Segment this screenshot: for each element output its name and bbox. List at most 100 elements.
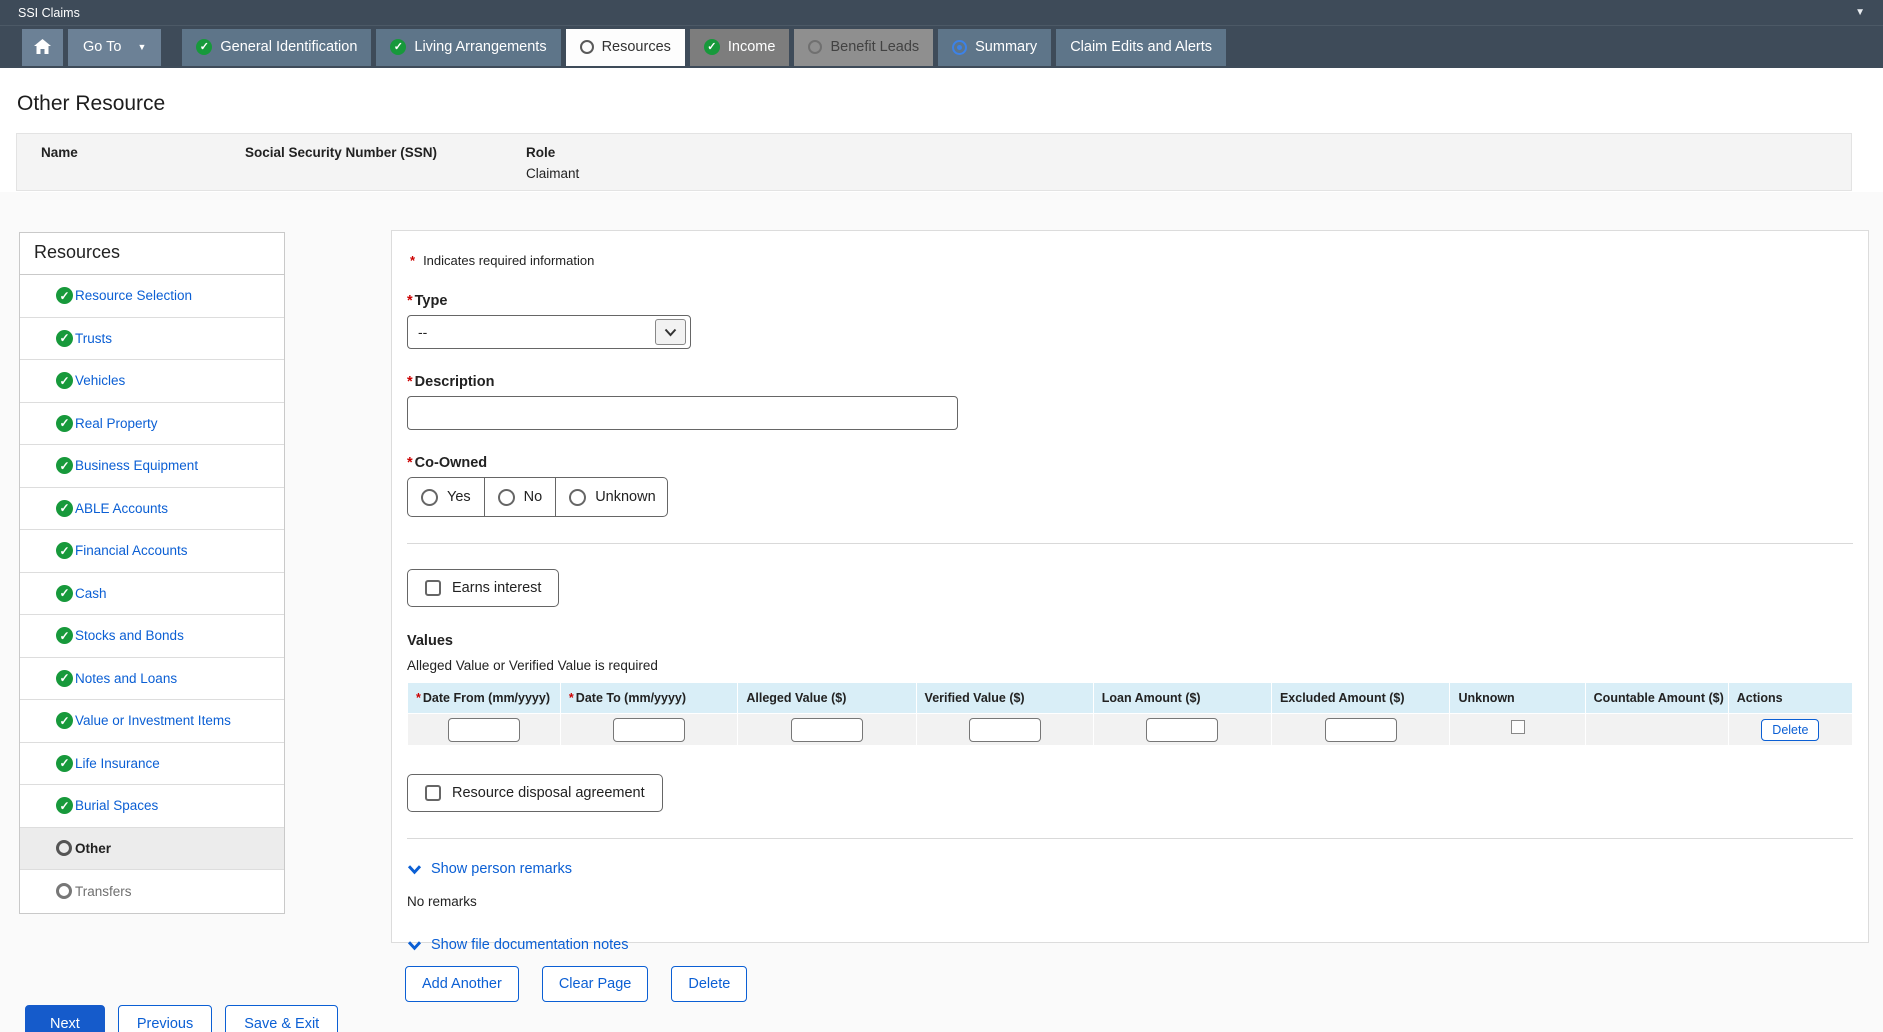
sidebar-item-transfers: Transfers xyxy=(20,870,284,913)
sidebar-item-resource-selection[interactable]: ✓ Resource Selection xyxy=(20,275,284,318)
sidebar-item-trusts[interactable]: ✓ Trusts xyxy=(20,318,284,361)
sidebar-item-cash[interactable]: ✓ Cash xyxy=(20,573,284,616)
sidebar-item-burial-spaces[interactable]: ✓ Burial Spaces xyxy=(20,785,284,828)
sidebar-item-notes-and-loans[interactable]: ✓ Notes and Loans xyxy=(20,658,284,701)
sidebar-item-able-accounts[interactable]: ✓ ABLE Accounts xyxy=(20,488,284,531)
role-label: Role xyxy=(526,145,579,160)
type-select-value: -- xyxy=(418,324,427,340)
co-owned-no-radio[interactable]: No xyxy=(485,478,557,516)
tab-living-arrangements[interactable]: ✓ Living Arrangements xyxy=(376,29,560,66)
values-table: *Date From (mm/yyyy) *Date To (mm/yyyy) … xyxy=(407,682,1853,746)
home-button[interactable] xyxy=(22,29,63,66)
check-circle-icon: ✓ xyxy=(56,457,73,474)
sidebar-item-business-equipment[interactable]: ✓ Business Equipment xyxy=(20,445,284,488)
role-value: Claimant xyxy=(526,166,579,181)
page-title: Other Resource xyxy=(17,92,165,116)
go-to-dropdown[interactable]: Go To ▼ xyxy=(68,29,161,66)
co-owned-yes-radio[interactable]: Yes xyxy=(408,478,485,516)
check-circle-icon: ✓ xyxy=(56,755,73,772)
alleged-value-input[interactable] xyxy=(791,718,863,742)
tab-label: Income xyxy=(728,39,776,55)
tab-general-identification[interactable]: ✓ General Identification xyxy=(182,29,371,66)
col-loan-amount: Loan Amount ($) xyxy=(1093,683,1271,714)
sidebar-item-stocks-and-bonds[interactable]: ✓ Stocks and Bonds xyxy=(20,615,284,658)
col-alleged-value: Alleged Value ($) xyxy=(738,683,916,714)
collapse-caret-icon[interactable]: ▼ xyxy=(1855,7,1865,18)
col-date-from: *Date From (mm/yyyy) xyxy=(408,683,561,714)
sidebar-item-other[interactable]: Other xyxy=(20,828,284,871)
col-excluded-amount: Excluded Amount ($) xyxy=(1271,683,1450,714)
sidebar-item-label: Transfers xyxy=(75,884,132,899)
col-verified-value: Verified Value ($) xyxy=(916,683,1093,714)
tab-income[interactable]: ✓ Income xyxy=(690,29,790,66)
earns-interest-checkbox[interactable]: Earns interest xyxy=(407,569,559,607)
check-circle-icon: ✓ xyxy=(56,585,73,602)
excluded-amount-input[interactable] xyxy=(1325,718,1397,742)
radio-icon xyxy=(569,489,586,506)
sidebar-item-label: Resource Selection xyxy=(75,288,192,303)
values-row: Delete xyxy=(408,714,1853,746)
check-circle-icon: ✓ xyxy=(704,39,720,55)
check-circle-icon: ✓ xyxy=(56,330,73,347)
sidebar-item-label: Real Property xyxy=(75,416,158,431)
sidebar-item-real-property[interactable]: ✓ Real Property xyxy=(20,403,284,446)
app-title-bar: SSI Claims ▼ xyxy=(0,0,1883,25)
sidebar-item-label: Vehicles xyxy=(75,373,125,388)
sidebar-title: Resources xyxy=(20,233,284,275)
tab-claim-edits-and-alerts[interactable]: Claim Edits and Alerts xyxy=(1056,29,1226,66)
chevron-down-icon xyxy=(407,940,422,951)
checkbox-icon xyxy=(425,785,441,801)
home-icon xyxy=(34,39,51,55)
check-circle-icon: ✓ xyxy=(56,372,73,389)
next-button[interactable]: Next xyxy=(25,1005,105,1032)
sidebar-item-value-or-investment-items[interactable]: ✓ Value or Investment Items xyxy=(20,700,284,743)
verified-value-input[interactable] xyxy=(969,718,1041,742)
col-actions: Actions xyxy=(1728,683,1852,714)
sidebar-item-financial-accounts[interactable]: ✓ Financial Accounts xyxy=(20,530,284,573)
col-date-to: *Date To (mm/yyyy) xyxy=(560,683,737,714)
check-circle-icon: ✓ xyxy=(56,415,73,432)
sidebar-item-vehicles[interactable]: ✓ Vehicles xyxy=(20,360,284,403)
save-exit-button[interactable]: Save & Exit xyxy=(225,1005,338,1032)
type-select[interactable]: -- xyxy=(407,315,691,349)
show-person-remarks-link[interactable]: Show person remarks xyxy=(407,861,572,877)
circle-outline-icon xyxy=(580,40,594,54)
radio-icon xyxy=(498,489,515,506)
chevron-down-icon xyxy=(664,328,677,337)
required-asterisk: * xyxy=(407,293,413,309)
tab-resources[interactable]: Resources xyxy=(566,29,685,66)
sidebar-item-life-insurance[interactable]: ✓ Life Insurance xyxy=(20,743,284,786)
add-another-button[interactable]: Add Another xyxy=(405,966,519,1002)
check-circle-icon: ✓ xyxy=(56,542,73,559)
sidebar-item-label: Life Insurance xyxy=(75,756,160,771)
tab-summary[interactable]: Summary xyxy=(938,29,1051,66)
description-input[interactable] xyxy=(407,396,958,430)
description-label: *Description xyxy=(407,374,1853,390)
values-header-row: *Date From (mm/yyyy) *Date To (mm/yyyy) … xyxy=(408,683,1853,714)
other-resource-form: *Indicates required information *Type --… xyxy=(391,230,1869,943)
sidebar-item-label: Value or Investment Items xyxy=(75,713,231,728)
required-note: *Indicates required information xyxy=(410,253,1853,268)
circle-outline-icon xyxy=(56,883,72,899)
resource-disposal-checkbox[interactable]: Resource disposal agreement xyxy=(407,774,663,812)
app-title: SSI Claims xyxy=(18,6,80,20)
clear-page-button[interactable]: Clear Page xyxy=(542,966,649,1002)
row-delete-button[interactable]: Delete xyxy=(1761,719,1819,741)
loan-amount-input[interactable] xyxy=(1146,718,1218,742)
select-arrow-button[interactable] xyxy=(655,319,686,345)
sidebar-item-label: Other xyxy=(75,841,111,856)
checkbox-label: Earns interest xyxy=(452,580,541,596)
link-label: Show person remarks xyxy=(431,861,572,877)
date-to-input[interactable] xyxy=(613,718,685,742)
sidebar-item-label: Financial Accounts xyxy=(75,543,188,558)
sidebar-item-label: ABLE Accounts xyxy=(75,501,168,516)
name-label: Name xyxy=(41,145,245,160)
target-circle-icon xyxy=(952,40,967,55)
show-file-documentation-notes-link[interactable]: Show file documentation notes xyxy=(407,937,629,953)
link-label: Show file documentation notes xyxy=(431,937,629,953)
date-from-input[interactable] xyxy=(448,718,520,742)
delete-button[interactable]: Delete xyxy=(671,966,747,1002)
co-owned-unknown-radio[interactable]: Unknown xyxy=(556,478,668,516)
previous-button[interactable]: Previous xyxy=(118,1005,212,1032)
unknown-checkbox[interactable] xyxy=(1511,720,1525,734)
